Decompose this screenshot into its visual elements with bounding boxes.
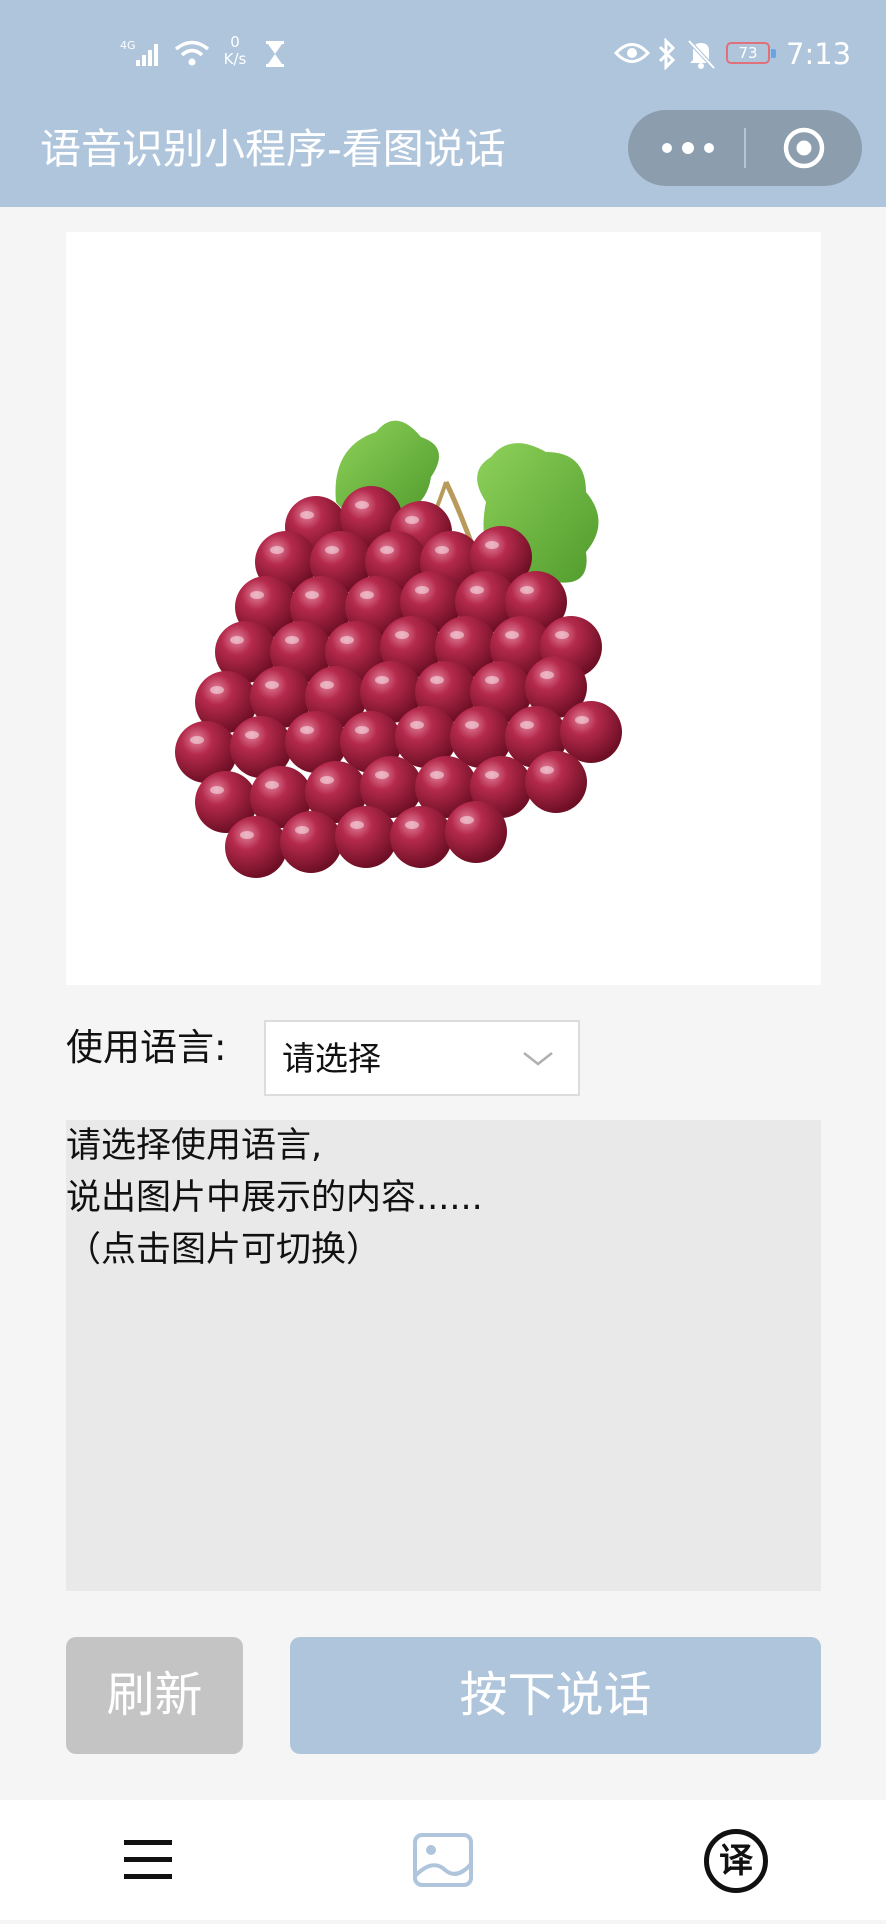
grape-image[interactable] (66, 232, 821, 985)
tab-menu[interactable] (100, 1800, 196, 1920)
page-title: 语音识别小程序-看图说话 (40, 125, 506, 173)
tab-image[interactable] (395, 1800, 491, 1920)
bluetooth-icon (656, 37, 678, 71)
prompt-line-1: 请选择使用语言, (66, 1126, 323, 1166)
result-textarea: 请选择使用语言, 说出图片中展示的内容...... （点击图片可切换） (66, 1120, 821, 1591)
wifi-icon (172, 38, 212, 68)
close-target-icon[interactable] (746, 110, 862, 186)
chevron-down-icon (523, 1052, 553, 1066)
push-to-talk-button[interactable]: 按下说话 (290, 1637, 821, 1754)
network-speed: 0 K/s (218, 34, 252, 74)
speed-unit: K/s (223, 50, 247, 68)
top-bar: 4G 0 K/s 73 7:13 语音识别小程序-看图说话 (0, 0, 886, 207)
prompt-line-2: 说出图片中展示的内容...... (66, 1178, 483, 1218)
bell-muted-icon (686, 38, 716, 70)
eye-icon (613, 40, 651, 66)
tab-translate[interactable]: 译 (690, 1800, 786, 1920)
miniprogram-capsule (628, 110, 862, 186)
battery-icon: 73 (726, 40, 780, 68)
battery-level: 73 (726, 42, 770, 64)
hourglass-icon (264, 40, 286, 68)
status-bar: 4G 0 K/s 73 7:13 (0, 0, 886, 100)
translate-icon: 译 (704, 1829, 768, 1893)
network-type-label: 4G (120, 39, 136, 52)
signal-icon: 4G (120, 38, 168, 68)
language-label: 使用语言: (66, 1026, 227, 1069)
speed-value: 0 (230, 33, 240, 51)
bottom-nav: 译 (0, 1800, 886, 1920)
menu-icon (124, 1840, 172, 1879)
prompt-line-3: （点击图片可切换） (66, 1230, 382, 1270)
refresh-button[interactable]: 刷新 (66, 1637, 243, 1754)
more-icon[interactable] (628, 110, 744, 186)
language-select[interactable]: 请选择 (264, 1020, 580, 1096)
language-select-value: 请选择 (282, 1039, 381, 1078)
clock-time: 7:13 (786, 37, 852, 71)
image-icon (413, 1833, 473, 1887)
